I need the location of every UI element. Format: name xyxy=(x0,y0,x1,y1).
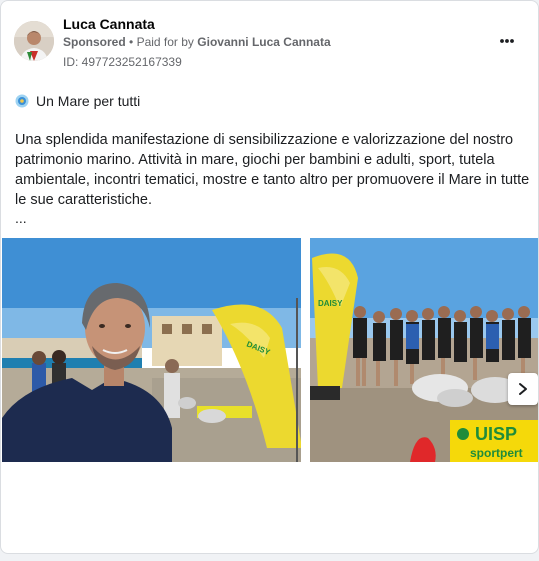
meta-separator: • xyxy=(129,35,134,49)
chevron-right-icon xyxy=(519,383,527,395)
paid-for-prefix: Paid for by xyxy=(136,35,194,49)
ad-meta-line: Sponsored • Paid for by Giovanni Luca Ca… xyxy=(63,35,331,49)
page-globe-icon xyxy=(15,94,29,108)
carousel-next-button[interactable] xyxy=(508,373,538,405)
sponsored-label[interactable]: Sponsored xyxy=(63,35,126,49)
uisp-banner-text: UISP xyxy=(475,424,517,444)
ad-id: ID: 497723252167339 xyxy=(63,55,182,69)
see-more-ellipsis[interactable]: ... xyxy=(15,210,27,226)
post-body-text: Una splendida manifestazione di sensibil… xyxy=(15,132,530,208)
carousel-photo-1[interactable]: DAISY xyxy=(2,238,301,462)
author-name[interactable]: Luca Cannata xyxy=(63,16,155,32)
more-options-icon xyxy=(500,39,514,43)
carousel-photo-2[interactable]: DAISY UISP sportpert xyxy=(310,238,538,462)
daisy-banner-2-text: DAISY xyxy=(318,299,343,308)
more-options-button[interactable] xyxy=(493,29,521,53)
author-avatar[interactable] xyxy=(14,21,54,61)
paid-by-name[interactable]: Giovanni Luca Cannata xyxy=(197,35,330,49)
page-reference[interactable]: Un Mare per tutti xyxy=(15,93,140,109)
uisp-banner-subtext: sportpert xyxy=(470,446,523,460)
ad-post-card: Luca Cannata Sponsored • Paid for by Gio… xyxy=(0,0,539,554)
page-name: Un Mare per tutti xyxy=(36,93,141,109)
